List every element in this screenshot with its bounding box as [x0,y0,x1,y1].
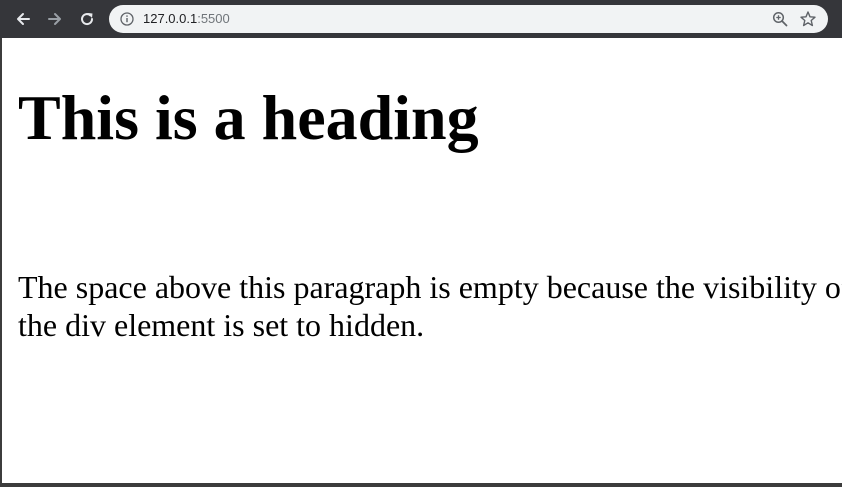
info-icon[interactable] [120,12,134,26]
reload-icon [81,13,94,26]
address-bar[interactable]: 127.0.0.1:5500 [109,5,828,33]
zoom-icon[interactable] [772,11,788,27]
url-host: 127.0.0.1 [143,11,198,26]
browser-window: 127.0.0.1:5500 This is a heading The spa… [0,0,842,487]
back-arrow-icon [17,13,30,25]
forward-button[interactable] [43,7,67,31]
url-text[interactable]: 127.0.0.1:5500 [143,5,230,33]
page-heading: This is a heading [18,82,479,153]
page-viewport: This is a heading The space above this p… [2,38,842,483]
url-port: :5500 [197,11,230,26]
forward-arrow-icon [48,13,61,25]
reload-button[interactable] [75,7,99,31]
star-icon[interactable] [799,10,817,28]
browser-toolbar: 127.0.0.1:5500 [0,0,842,38]
window-bottom-border [0,483,842,487]
page-paragraph: The space above this paragraph is empty … [18,269,842,343]
back-button[interactable] [11,7,35,31]
